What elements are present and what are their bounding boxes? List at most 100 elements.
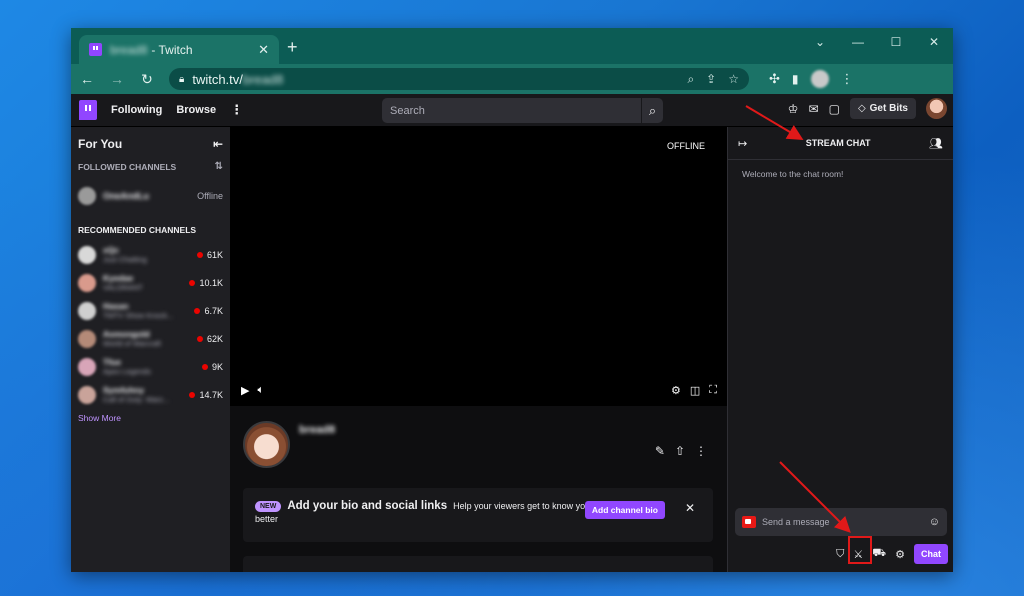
nav-following[interactable]: Following <box>111 104 162 116</box>
tab-close-icon[interactable]: ✕ <box>258 42 269 58</box>
new-badge: NEW <box>255 500 282 512</box>
recommended-channel[interactable]: Asmongold World of Warcraft 62K <box>78 329 223 348</box>
community-users-icon[interactable]: 👥︎ <box>929 137 943 150</box>
collapse-chat-icon[interactable]: ↦ <box>738 137 747 150</box>
inbox-icon[interactable]: ✉ <box>809 102 819 116</box>
search-icon[interactable]: ⌕ <box>641 98 663 123</box>
extensions-puzzle-icon[interactable]: ✣ <box>769 71 780 87</box>
close-window-icon[interactable]: ✕ <box>915 28 953 56</box>
bio-subtitle: Help your viewers get to know you <box>453 501 591 511</box>
channel-name: OneAndLu <box>103 191 149 201</box>
share-icon[interactable]: ⇪ <box>706 72 716 87</box>
channel-avatar <box>78 245 96 264</box>
play-icon[interactable]: ▶ <box>241 384 249 397</box>
bookmark-star-icon[interactable]: ☆ <box>728 72 739 87</box>
player-settings-gear-icon[interactable]: ⚙ <box>671 384 681 397</box>
viewer-count: 10.1K <box>199 277 223 288</box>
show-more-link[interactable]: Show More <box>78 413 223 423</box>
recommended-channel[interactable]: Tfue Apex Legends 9K <box>78 357 223 376</box>
edit-pencil-icon[interactable]: ✎ <box>655 444 665 458</box>
viewer-count: 14.7K <box>199 389 223 400</box>
forward-icon[interactable]: → <box>109 71 125 87</box>
chat-settings-gear-icon[interactable]: ⚙ <box>895 548 905 561</box>
side-panel-icon[interactable]: ▮ <box>792 72 799 86</box>
new-tab-icon[interactable]: + <box>287 37 298 58</box>
fullscreen-icon[interactable]: ⛶ <box>709 384 717 397</box>
sort-icon[interactable]: ⇅ <box>215 161 223 172</box>
viewer-count: 61K <box>206 249 223 260</box>
player-controls-left: ▶ 🔈︎ <box>241 384 264 397</box>
channel-name: Symfuhny <box>103 384 145 395</box>
browser-window: bread8 - Twitch ✕ + ⌄ — ☐ ✕ ← → ↻ 🔒︎ twi… <box>71 28 953 572</box>
more-options-icon[interactable]: ⋮ <box>695 444 707 458</box>
maximize-icon[interactable]: ☐ <box>877 28 915 56</box>
player-controls-right: ⚙ ◫ ⛶ <box>671 384 717 397</box>
reload-icon[interactable]: ↻ <box>139 71 155 88</box>
whispers-icon[interactable]: ▢ <box>829 102 840 116</box>
live-dot-icon <box>194 307 201 314</box>
minimize-icon[interactable]: — <box>839 28 877 56</box>
emote-smiley-icon[interactable]: ☺ <box>929 516 940 528</box>
zoom-icon[interactable]: ⌕ <box>687 72 694 87</box>
video-player[interactable]: OFFLINE ▶ 🔈︎ ⚙ ◫ ⛶ <box>230 127 727 406</box>
channel-info: bread8 ✎ ⇧ ⋮ <box>230 406 727 492</box>
channel-display-name: bread8 <box>299 424 336 436</box>
search-input[interactable]: Search <box>382 98 641 123</box>
profile-avatar[interactable] <box>810 70 829 88</box>
nav-more-icon[interactable]: ⋮ <box>230 102 243 118</box>
chat-welcome-message: Welcome to the chat room! <box>742 169 844 179</box>
for-you-heading: For You <box>78 137 123 151</box>
add-channel-bio-button[interactable]: Add channel bio <box>584 501 665 519</box>
bio-title: Add your bio and social links <box>287 500 448 512</box>
channel-points-cart-icon[interactable]: ⛟ <box>872 547 886 561</box>
share-upload-icon[interactable]: ⇧ <box>675 444 685 458</box>
channel-game: Call of Duty: Warz... <box>103 394 170 404</box>
twitch-favicon-icon <box>89 43 102 56</box>
get-bits-button[interactable]: ◇ Get Bits <box>849 98 916 119</box>
twitch-logo-icon[interactable] <box>79 100 97 120</box>
tab-title: bread8 - Twitch <box>110 43 258 57</box>
main-area: For You ⇤ FOLLOWED CHANNELS ⇅ OneAndLu O… <box>71 127 953 572</box>
camera-icon[interactable] <box>742 516 756 528</box>
collapse-sidebar-icon[interactable]: ⇤ <box>213 137 223 151</box>
channel-game: TMTV Show Knock... <box>103 310 174 320</box>
channel-avatar <box>78 357 96 376</box>
chat-message-input[interactable]: Send a message ☺ <box>735 508 947 536</box>
window-controls: ⌄ — ☐ ✕ <box>801 28 953 56</box>
followed-channel[interactable]: OneAndLu Offline <box>78 187 223 205</box>
dismiss-bio-close-icon[interactable]: ✕ <box>685 501 695 515</box>
channel-actions: ✎ ⇧ ⋮ <box>655 444 707 458</box>
channel-game: Apex Legends <box>103 366 151 376</box>
theatre-mode-icon[interactable]: ◫ <box>690 384 700 397</box>
live-dot-icon <box>196 251 203 258</box>
lock-icon[interactable]: 🔒︎ <box>179 74 184 85</box>
browser-menu-icon[interactable]: ⋮ <box>841 71 854 87</box>
browser-extensions: ✣ ▮ ⋮ <box>769 70 854 88</box>
recommended-channel[interactable]: Symfuhny Call of Duty: Warz... 14.7K <box>78 384 223 404</box>
stream-chat-panel: ↦ STREAM CHAT 👥︎ Welcome to the chat roo… <box>727 127 953 572</box>
recommended-channel[interactable]: xQc Just Chatting 61K <box>78 245 223 264</box>
address-bar[interactable]: 🔒︎ twitch.tv/bread8 ⌕ ⇪ ☆ <box>169 68 749 90</box>
offline-label: OFFLINE <box>666 141 705 151</box>
prime-crown-icon[interactable]: ♔ <box>788 102 799 116</box>
browser-tab[interactable]: bread8 - Twitch ✕ <box>79 35 279 64</box>
moderation-shield-icon[interactable]: ⛉ <box>836 548 844 561</box>
live-dot-icon <box>201 363 208 370</box>
get-bits-label: Get Bits <box>869 103 908 114</box>
tab-search-chevron-icon[interactable]: ⌄ <box>801 28 839 56</box>
volume-icon[interactable]: 🔈︎ <box>257 384 264 397</box>
viewer-count: 6.7K <box>204 305 223 316</box>
chat-send-button[interactable]: Chat <box>914 544 948 564</box>
user-avatar[interactable] <box>926 98 947 119</box>
channel-name: Hasan <box>103 300 129 311</box>
recommended-channel[interactable]: Kyedae VALORANT 10.1K <box>78 273 223 292</box>
live-dot-icon <box>189 279 196 286</box>
back-icon[interactable]: ← <box>79 71 95 87</box>
nav-browse[interactable]: Browse <box>176 104 216 116</box>
channel-profile-avatar[interactable] <box>243 421 290 468</box>
recommended-channel[interactable]: Hasan TMTV Show Knock... 6.7K <box>78 300 223 320</box>
channel-avatar <box>78 187 96 205</box>
twitch-top-nav: Following Browse ⋮ Search ⌕ ♔ ✉ ▢ ◇ Get … <box>71 94 953 127</box>
live-dot-icon <box>189 391 196 398</box>
viewer-count: 9K <box>211 361 223 372</box>
